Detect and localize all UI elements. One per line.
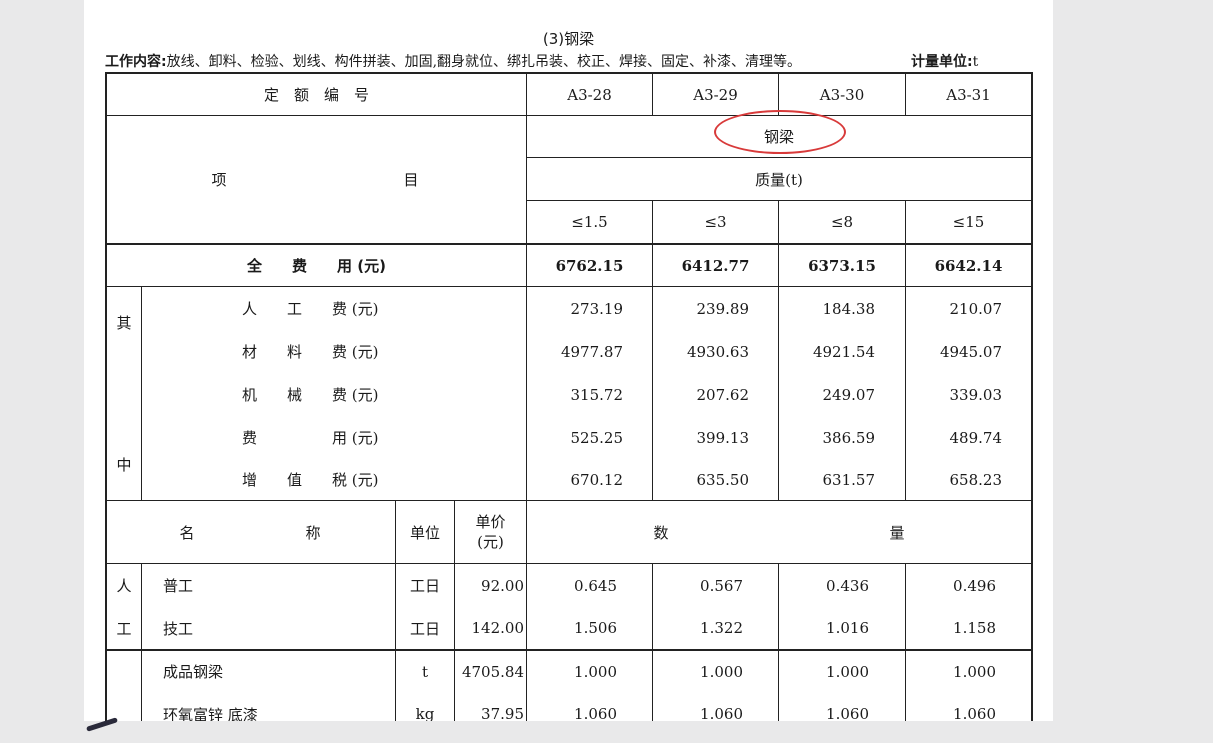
- total-cost-label: 全 费 用 (元): [247, 257, 386, 275]
- breakdown-value: 239.89: [696, 299, 750, 318]
- material-item-name: 成品钢梁: [163, 663, 224, 681]
- breakdown-value: 658.23: [949, 470, 1003, 489]
- qty-column-label-2: 量: [889, 523, 905, 542]
- labor-qty: 0.496: [953, 576, 996, 595]
- material-qty: 1.060: [826, 705, 869, 721]
- labor-qty: 0.436: [826, 576, 869, 595]
- labor-item-unit: 工日: [409, 619, 440, 638]
- material-item-unit: kg: [415, 705, 435, 721]
- breakdown-item-name: 增 值 税 (元): [242, 471, 379, 489]
- name-column-label-2: 称: [305, 523, 321, 542]
- rule: [141, 286, 142, 500]
- breakdown-value: 207.62: [696, 385, 750, 404]
- material-qty: 1.060: [700, 705, 743, 721]
- breakdown-value: 4921.54: [812, 342, 875, 361]
- material-item-price: 4705.84: [461, 662, 524, 681]
- quota-table: 定 额 编 号 A3-28 A3-29 A3-30 A3-31 项 目 钢梁 质…: [84, 0, 1053, 721]
- breakdown-item-name: 人 工 费 (元): [242, 300, 379, 318]
- quantity-label: 质量(t): [755, 170, 803, 189]
- labor-qty: 0.567: [700, 576, 743, 595]
- labor-item-unit: 工日: [409, 577, 440, 595]
- unit-column-label: 单位: [409, 523, 440, 542]
- labor-qty: 0.645: [574, 576, 617, 595]
- breakdown-value: 184.38: [822, 299, 876, 318]
- total-cost: 6762.15: [555, 256, 624, 275]
- breakdown-value: 489.74: [949, 428, 1003, 447]
- breakdown-value: 249.07: [822, 385, 876, 404]
- range: ≤3: [704, 213, 727, 231]
- labor-qty: 1.506: [574, 619, 617, 637]
- breakdown-value: 4977.87: [560, 342, 623, 361]
- range: ≤8: [830, 213, 854, 231]
- labor-item-price: 92.00: [481, 576, 524, 595]
- breakdown-item-name: 费 用 (元): [242, 429, 379, 447]
- material-qty: 1.060: [953, 705, 996, 721]
- price-column-label: 单价: [475, 512, 506, 531]
- item-label-2: 目: [403, 170, 419, 189]
- material-item-name: 环氧富锌 底漆: [163, 705, 258, 722]
- total-cost: 6642.14: [934, 256, 1003, 275]
- total-cost: 6412.77: [681, 256, 750, 275]
- breakdown-value: 4945.07: [939, 342, 1002, 361]
- labor-side-label: 人: [116, 577, 132, 595]
- breakdown-value: 670.12: [570, 470, 624, 489]
- rule: [141, 563, 142, 721]
- breakdown-value: 315.72: [570, 385, 624, 404]
- material-qty: 1.000: [574, 662, 617, 681]
- breakdown-value: 525.25: [570, 428, 624, 447]
- breakdown-item-name: 材 料 费 (元): [242, 343, 379, 361]
- table-border-right: [1031, 72, 1033, 721]
- breakdown-side-label: 中: [116, 455, 132, 474]
- labor-qty: 1.158: [953, 619, 996, 637]
- breakdown-side-label: 其: [116, 313, 132, 332]
- material-qty: 1.060: [574, 705, 617, 721]
- price-column-label-2: (元): [477, 532, 504, 551]
- labor-qty: 1.016: [826, 619, 869, 637]
- labor-item-name: 普工: [163, 577, 194, 595]
- material-qty: 1.000: [826, 662, 869, 681]
- total-cost: 6373.15: [808, 256, 876, 275]
- material-qty: 1.000: [700, 662, 743, 681]
- quota-code: A3-30: [819, 85, 865, 104]
- quota-code-label: 定 额 编 号: [263, 86, 369, 104]
- material-qty: 1.000: [953, 662, 996, 681]
- labor-qty: 1.322: [700, 619, 743, 637]
- range: ≤1.5: [571, 213, 608, 231]
- page-gap: [0, 721, 1213, 743]
- labor-side-label: 工: [116, 620, 132, 638]
- breakdown-value: 273.19: [570, 299, 624, 318]
- breakdown-value: 339.03: [949, 385, 1003, 404]
- qty-column-label: 数: [653, 523, 669, 542]
- annotation-ellipse: [714, 110, 846, 154]
- quota-code: A3-28: [567, 85, 612, 104]
- breakdown-item-name: 机 械 费 (元): [242, 386, 379, 404]
- labor-item-price: 142.00: [471, 619, 525, 637]
- breakdown-value: 210.07: [949, 299, 1003, 318]
- breakdown-value: 399.13: [696, 428, 750, 447]
- breakdown-value: 4930.63: [686, 342, 749, 361]
- material-item-price: 37.95: [481, 705, 524, 721]
- quota-code: A3-31: [946, 85, 991, 104]
- range: ≤15: [952, 213, 985, 231]
- breakdown-value: 631.57: [822, 470, 876, 489]
- item-label: 项: [211, 170, 227, 189]
- name-column-label: 名: [179, 523, 195, 542]
- breakdown-value: 386.59: [822, 428, 876, 447]
- breakdown-value: 635.50: [696, 470, 750, 489]
- quota-code: A3-29: [693, 85, 738, 104]
- material-item-unit: t: [421, 662, 429, 681]
- document-page: (3)钢梁 工作内容:放线、卸料、检验、划线、构件拼装、加固,翻身就位、绑扎吊装…: [84, 0, 1053, 721]
- labor-item-name: 技工: [163, 619, 194, 638]
